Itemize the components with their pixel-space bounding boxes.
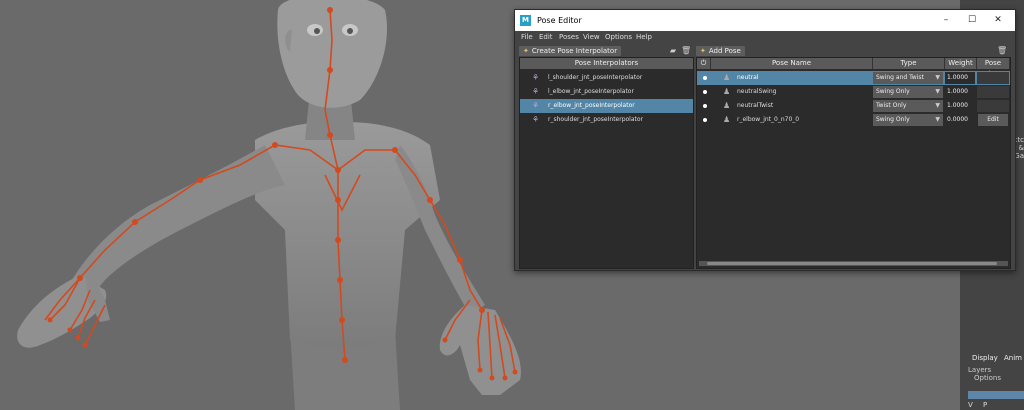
side-menu: Layers Options (968, 366, 1024, 382)
menu-edit[interactable]: Edit (539, 33, 553, 41)
pose-weight-field[interactable]: 0.0000 (945, 114, 975, 126)
chevron-down-icon: ▼ (935, 88, 940, 95)
pose-editor-window: M Pose Editor – ☐ ✕ File Edit Poses View… (514, 9, 1016, 271)
layer-row[interactable] (968, 391, 1024, 399)
horizontal-scrollbar[interactable] (699, 261, 1008, 266)
pose-name[interactable]: neutralTwist (737, 99, 773, 113)
create-pose-interpolator-label: Create Pose Interpolator (531, 47, 618, 55)
menu-options[interactable]: Options (605, 33, 632, 41)
add-pose-button[interactable]: ✦ Add Pose (696, 46, 745, 56)
menu-help[interactable]: Help (636, 33, 652, 41)
menu-poses[interactable]: Poses (559, 33, 579, 41)
pose-type-value: Twist Only (876, 102, 907, 109)
menu-file[interactable]: File (521, 33, 533, 41)
table-row[interactable]: ♟ neutral Swing and Twist ▼ 1.0000 (697, 71, 1010, 85)
column-header-power[interactable]: ⏻ (697, 58, 711, 69)
title-bar[interactable]: M Pose Editor – ☐ ✕ (515, 10, 1015, 31)
pose-weight-field[interactable]: 1.0000 (945, 100, 975, 112)
pose-type-value: Swing and Twist (876, 74, 924, 81)
pose-type-value: Swing Only (876, 116, 910, 123)
delete-pose-icon[interactable]: 🗑 (997, 47, 1007, 55)
menu-bar: File Edit Poses View Options Help (515, 31, 1015, 43)
list-item[interactable]: ⚘ r_elbow_jnt_poseInterpolator (520, 99, 693, 113)
menu-view[interactable]: View (583, 33, 600, 41)
pose-figure-icon: ♟ (723, 87, 731, 96)
chevron-down-icon: ▼ (935, 102, 940, 109)
pose-name[interactable]: neutral (737, 71, 758, 85)
column-header-type[interactable]: Type (873, 58, 945, 69)
scrollbar-thumb[interactable] (707, 262, 997, 265)
list-item[interactable]: ⚘ r_shoulder_jnt_poseInterpolator (520, 113, 693, 127)
table-row[interactable]: ♟ neutralSwing Swing Only ▼ 1.0000 (697, 85, 1010, 99)
tab-display[interactable]: Display (972, 354, 998, 362)
maximize-button[interactable]: ☐ (961, 13, 983, 28)
pose-type-dropdown[interactable]: Swing Only ▼ (873, 86, 943, 98)
list-item-label: r_shoulder_jnt_poseInterpolator (548, 116, 644, 123)
enabled-toggle[interactable] (703, 90, 707, 94)
pose-shape-cell (977, 100, 1009, 112)
list-item[interactable]: ⚘ l_elbow_jnt_poseInterpolator (520, 85, 693, 99)
side-tabs: Display Anim (968, 352, 1024, 364)
minimize-button[interactable]: – (935, 13, 957, 28)
pose-weight-field[interactable]: 1.0000 (945, 86, 975, 98)
table-row[interactable]: ♟ neutralTwist Twist Only ▼ 1.0000 (697, 99, 1010, 113)
pose-type-dropdown[interactable]: Swing Only ▼ (873, 114, 943, 126)
pose-figure-icon: ♟ (723, 115, 731, 124)
add-pose-icon: ✦ (700, 47, 706, 55)
maya-app-icon: M (520, 15, 531, 26)
chevron-down-icon: ▼ (935, 74, 940, 81)
add-pose-label: Add Pose (708, 47, 741, 55)
column-header-pose-name[interactable]: Pose Name (711, 58, 873, 69)
pose-figure-icon: ♟ (723, 73, 731, 82)
pose-interpolator-icon: ⚘ (532, 101, 540, 110)
side-menu-options[interactable]: Options (974, 374, 1001, 382)
poses-table: ⏻ Pose Name Type Weight Pose Shap ♟ neut… (696, 57, 1011, 269)
pose-type-value: Swing Only (876, 88, 910, 95)
layer-visible-flag[interactable]: V (968, 401, 973, 409)
list-item-label: l_shoulder_jnt_poseInterpolator (548, 74, 643, 81)
pose-shape-cell (977, 86, 1009, 98)
pose-weight-field[interactable]: 1.0000 (945, 72, 975, 84)
pose-interpolator-icon: ⚘ (532, 73, 540, 82)
pose-interpolators-list: Pose Interpolators ⚘ l_shoulder_jnt_pose… (519, 57, 694, 269)
pose-type-dropdown[interactable]: Twist Only ▼ (873, 100, 943, 112)
side-menu-layers[interactable]: Layers (968, 366, 991, 374)
list-item-label: l_elbow_jnt_poseInterpolator (548, 88, 634, 95)
column-header-pose-shape[interactable]: Pose Shap (977, 58, 1010, 78)
interpolator-icon: ✦ (523, 47, 529, 55)
enabled-toggle[interactable] (703, 76, 707, 80)
enabled-toggle[interactable] (703, 104, 707, 108)
trash-icon[interactable]: 🗑 (681, 47, 691, 55)
pose-interpolator-icon: ⚘ (532, 87, 540, 96)
import-export-icon[interactable]: ▰ (669, 47, 677, 55)
pose-name[interactable]: r_elbow_jnt_0_n70_0 (737, 113, 799, 127)
pose-interpolators-header: Pose Interpolators (520, 58, 693, 69)
pose-interpolator-icon: ⚘ (532, 115, 540, 124)
layer-flags: V P (968, 401, 987, 409)
pose-name[interactable]: neutralSwing (737, 85, 776, 99)
edit-pose-button[interactable]: Edit (978, 114, 1008, 126)
enabled-toggle[interactable] (703, 118, 707, 122)
tab-anim[interactable]: Anim (1004, 354, 1022, 362)
power-icon: ⏻ (700, 59, 707, 67)
create-pose-interpolator-button[interactable]: ✦ Create Pose Interpolator (519, 46, 622, 56)
pose-type-dropdown[interactable]: Swing and Twist ▼ (873, 72, 943, 84)
list-item-label: r_elbow_jnt_poseInterpolator (548, 102, 635, 109)
layer-playback-flag[interactable]: P (983, 401, 987, 409)
chevron-down-icon: ▼ (935, 116, 940, 123)
pose-shape-cell (977, 72, 1009, 84)
close-button[interactable]: ✕ (987, 13, 1009, 28)
window-title: Pose Editor (537, 16, 582, 25)
table-row[interactable]: ♟ r_elbow_jnt_0_n70_0 Swing Only ▼ 0.0000… (697, 113, 1010, 127)
column-header-weight[interactable]: Weight (945, 58, 977, 69)
list-item[interactable]: ⚘ l_shoulder_jnt_poseInterpolator (520, 71, 693, 85)
pose-figure-icon: ♟ (723, 101, 731, 110)
